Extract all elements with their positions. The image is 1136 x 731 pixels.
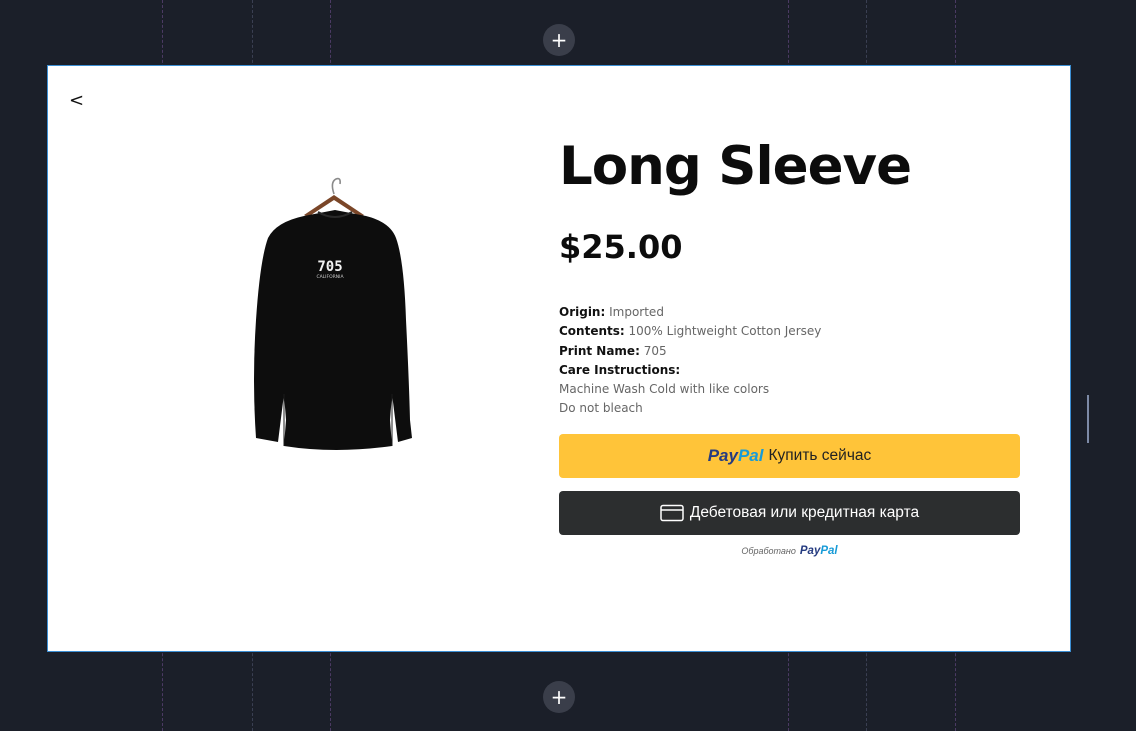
care-line: Do not bleach (559, 401, 643, 416)
paypal-buy-now-button[interactable]: PayPal Купить сейчас (559, 434, 1020, 478)
paypal-logo: PayPal (799, 545, 838, 557)
detail-origin: Origin: Imported (559, 303, 1019, 322)
chevron-left-icon: < (69, 90, 85, 111)
detail-label: Care Instructions: (559, 362, 681, 377)
add-section-below-button[interactable]: + (543, 681, 575, 713)
card-payment-button[interactable]: Дебетовая или кредитная карта (559, 491, 1020, 535)
powered-by-label: Обработано (741, 546, 796, 556)
detail-value: 705 (643, 343, 667, 358)
detail-value: 100% Lightweight Cotton Jersey (628, 324, 822, 339)
product-section: < 705 CALIFORNIA Long Sleeve $25.00 Orig… (47, 65, 1071, 652)
detail-care: Care Instructions: (559, 361, 1019, 380)
product-price: $25.00 (559, 228, 683, 266)
paypal-logo: PayPal (707, 446, 764, 465)
buy-now-label: Купить сейчас (768, 447, 872, 464)
plus-icon: + (550, 685, 568, 709)
resize-handle[interactable] (1087, 395, 1089, 443)
shirt-print-text: 705 (317, 259, 342, 275)
detail-label: Print Name: (559, 343, 640, 358)
add-section-above-button[interactable]: + (543, 24, 575, 56)
paypal-powered-by: Обработано PayPal (559, 545, 1020, 557)
detail-print-name: Print Name: 705 (559, 342, 1019, 361)
credit-card-icon (660, 504, 684, 522)
card-payment-label: Дебетовая или кредитная карта (689, 504, 920, 521)
care-line: Machine Wash Cold with like colors (559, 382, 770, 397)
detail-value: Imported (609, 305, 664, 319)
product-image: 705 CALIFORNIA (254, 177, 412, 450)
product-title: Long Sleeve (559, 136, 912, 197)
detail-contents: Contents: 100% Lightweight Cotton Jersey (559, 322, 1019, 341)
shirt-print-subtext: CALIFORNIA (316, 274, 344, 280)
detail-label: Contents: (559, 324, 625, 339)
back-button[interactable]: < (69, 90, 84, 111)
plus-icon: + (550, 28, 568, 52)
product-details: Origin: Imported Contents: 100% Lightwei… (559, 303, 1019, 419)
detail-label: Origin: (559, 305, 606, 319)
